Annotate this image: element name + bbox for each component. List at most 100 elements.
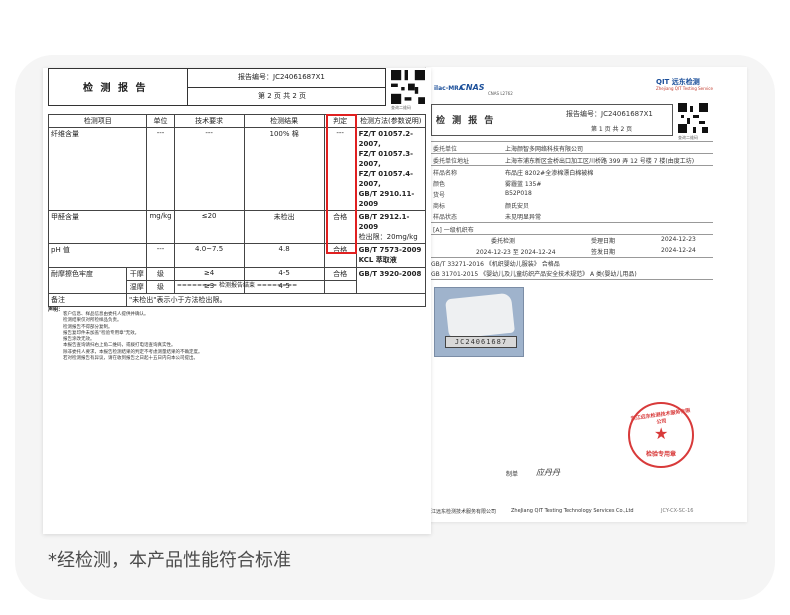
judgement-highlight [326,114,357,254]
info-label: 委托单位地址 [433,158,470,165]
column-header: 技术要求 [173,114,245,128]
info-value: B52P018 [505,190,532,197]
info-label: 委托单位 [433,146,458,153]
method-cell: FZ/T 01057.2-2007, FZ/T 01057.3-2007, FZ… [355,127,427,211]
requirement-cell: 4.0~7.5 [173,243,245,268]
footer-company-en: ZheJiang QIT Testing Technology Services… [511,508,634,514]
result-cell: 4-5 [243,267,325,281]
caption-text: *经检测，本产品性能符合标准 [48,550,291,571]
divider [431,222,713,223]
declaration-block: 客户信息、样品信息由委托人提供并确认。 检测结果仅对所检样品负责。 检测报告不得… [63,312,203,362]
note-label: 备注 [48,293,127,307]
footer-company-cn: 浙江远东检测技术服务有限公司 [426,509,497,515]
issue-label: 签发日期 [591,249,616,256]
star-icon: ★ [654,424,669,443]
info-label: 颜色 [433,181,446,188]
result-cell: 未检出 [243,210,325,244]
sample-fabric [445,292,515,340]
qr-code-icon [391,70,425,104]
category-text: [A] 一级机织布 [433,227,474,234]
info-row: 颜色 雾霾蓝 135# [431,178,713,188]
canvas: ilac-MRA CNAS CNAS L2762 QIT 远东检测 Zhejia… [0,0,790,615]
info-row: 样品状态 未见明显异常 [431,211,713,221]
official-stamp: 浙江远东检测技术服务有限公司 ★ 检验专用章 [628,402,694,468]
requirement-cell: ≥4 [173,267,245,281]
method-line: GB/T 2912.1-2009 [358,213,410,231]
requirement-cell: ≤20 [173,210,245,244]
footer-code: JCY-CX-SC-16 [661,508,694,514]
info-row: 委托单位地址 上海市浦东新区金桥出口加工区川桥路 399 弄 12 号楼 7 楼… [431,155,713,165]
cnas-logo: CNAS [460,83,485,92]
method-line: GB/T 2910.11-2009 [358,190,415,208]
stamp-label: 检验专用章 [645,451,676,458]
report-end-line: ======== 检测报告结束 ======== [176,282,298,289]
cnas-number: CNAS L2762 [488,91,513,96]
method-line: FZ/T 01057.4-2007, [358,170,414,188]
sub-item-cell: 干摩 [125,267,148,281]
report-page-1: ilac-MRA CNAS CNAS L2762 QIT 远东检测 Zhejia… [425,67,747,522]
table-row: 纤维含量 --- --- 100% 棉 --- FZ/T 01057.2-200… [47,127,427,211]
test-date-range: 2024-12-23 至 2024-12-24 [476,249,556,256]
result-cell: 100% 棉 [243,127,325,211]
item-cell: 纤维含量 [47,127,148,211]
info-row: 货号 B52P018 [431,189,713,199]
qr-caption: 查询二维码 [391,105,411,110]
info-value: 未见明显异常 [505,214,542,221]
report-title: 检 测 报 告 [83,83,148,94]
table-row: 甲醛含量 mg/kg ≤20 未检出 合格 GB/T 2912.1-2009 检… [47,210,427,244]
received-date: 2024-12-23 [661,236,696,243]
declaration-line: 若对检测报告有异议，请在收到报告之日起十五日内向本公司提出。 [63,356,198,362]
column-header: 检测项目 [47,114,148,128]
info-value: 上海颜智多网络科技有限公司 [505,146,584,153]
unit-cell: --- [146,127,175,211]
received-label: 受理日期 [591,238,616,245]
divider [431,234,713,235]
column-header: 检测方法(参数说明) [355,114,427,128]
report-title: 检 测 报 告 [436,116,496,126]
issue-date: 2024-12-24 [661,247,696,254]
sign-label: 制单 [506,471,519,478]
standard-line: GB/T 33271-2016 《机织婴幼儿服装》 合格品 [431,261,560,268]
declaration-title: 声明： [48,307,64,313]
requirement-cell: --- [173,127,245,211]
judgement-cell: 合格 [323,267,357,281]
info-row: 样品名称 布品庄 8202#全渗棉漂白棉被棉 [431,167,713,177]
divider [431,279,713,280]
item-cell: 甲醛含量 [47,210,148,244]
method-line: FZ/T 01057.2-2007, [358,130,414,148]
method-line: GB/T 7573-2009 [358,246,422,254]
info-label: 货号 [433,192,446,199]
info-label: 样品状态 [433,214,458,221]
signature: 应丹丹 [536,468,560,477]
page-indicator: 第 2 页 共 2 页 [258,92,307,100]
info-value: 颜氏安贝 [505,203,530,210]
sample-tag: JC24061687 [445,336,517,348]
report-number: 报告编号：JC24061687X1 [238,73,325,81]
report-page-2: 检 测 报 告 报告编号：JC24061687X1 第 2 页 共 2 页 查询… [43,68,431,534]
commission-type: 委托检测 [491,238,516,245]
note-row: 备注 "未检出"表示小于方法检出限。 [48,293,426,307]
table-header-row: 检测项目 单位 技术要求 检测结果 判定 检测方法(参数说明) [47,114,427,128]
result-cell: 4.8 [243,243,325,268]
unit-cell: mg/kg [146,210,175,244]
divider [431,165,713,166]
divider [431,153,713,154]
info-row: 商标 颜氏安贝 [431,200,713,210]
unit-cell: --- [146,243,175,268]
info-row: 委托单位 上海颜智多网络科技有限公司 [431,143,713,153]
info-label: 商标 [433,203,446,210]
sample-photo: JC24061687 [434,287,524,357]
method-line: KCL 萃取液 [358,256,397,264]
info-value: 上海市浦东新区金桥出口加工区川桥路 399 弄 12 号楼 7 楼(由度工坊) [505,158,695,165]
divider [431,141,713,142]
method-line: 检出限：20mg/kg [358,233,418,241]
table-row: pH 值 --- 4.0~7.5 4.8 合格 GB/T 7573-2009 K… [47,243,427,268]
header-divider [187,87,385,88]
info-value: 布品庄 8202#全渗棉漂白棉被棉 [505,170,594,177]
standard-line: GB 31701-2015 《婴幼儿及儿童纺织产品安全技术规范》 A 类(婴幼儿… [431,271,637,278]
note-text: "未检出"表示小于方法检出限。 [126,293,426,307]
category-row: [A] 一级机织布 [431,224,713,234]
table-row: 耐摩擦色牢度 干摩 级 ≥4 4-5 合格 GB/T 3920-2008 [48,267,427,294]
info-label: 样品名称 [433,170,458,177]
page-indicator: 第 1 页 共 2 页 [591,126,633,133]
